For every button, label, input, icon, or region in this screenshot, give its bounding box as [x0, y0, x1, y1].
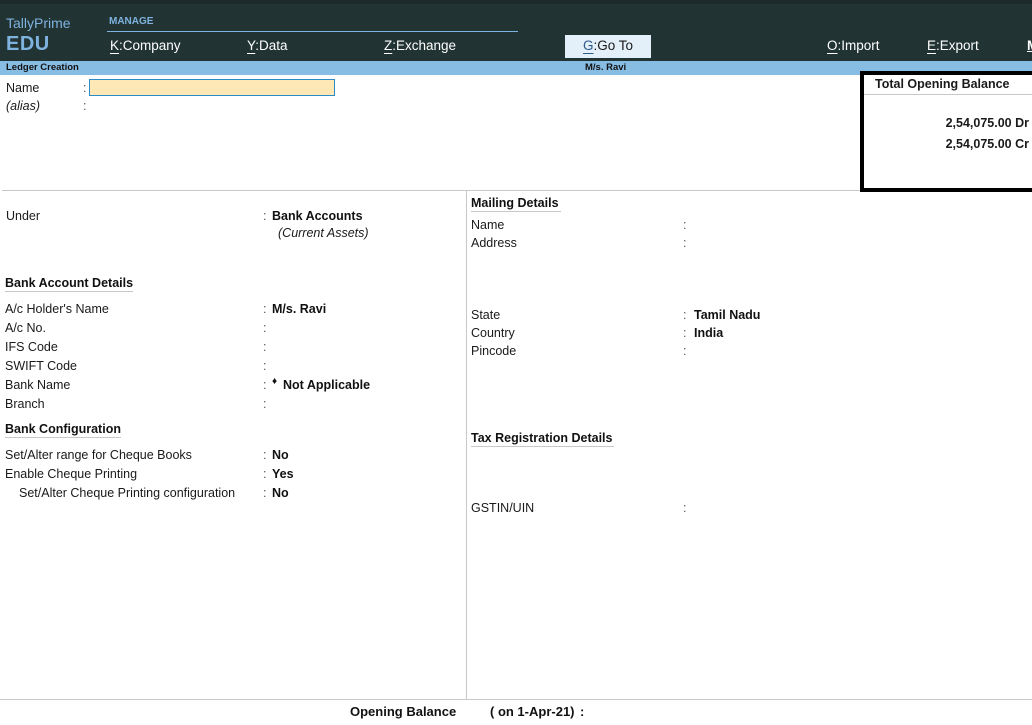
company-name: M/s. Ravi — [585, 62, 627, 73]
name-label: Name — [6, 81, 40, 95]
debit-total: 2,54,075.00 Dr — [945, 116, 1029, 130]
bank-name-label: Bank Name — [5, 378, 71, 392]
under-group-value[interactable]: Bank Accounts — [272, 209, 363, 223]
colon: : — [683, 308, 687, 322]
ac-no-label: A/c No. — [5, 321, 46, 335]
pincode-label: Pincode — [471, 344, 517, 358]
menu-data[interactable]: Y:Data — [247, 38, 288, 53]
cheque-books-range-label: Set/Alter range for Cheque Books — [5, 448, 192, 462]
menu-import[interactable]: O:Import — [827, 38, 880, 53]
shortcut-key: Y — [247, 38, 256, 53]
ledger-name-input[interactable] — [89, 79, 335, 96]
ac-holder-name-label: A/c Holder's Name — [5, 302, 109, 316]
enable-cheque-printing-value[interactable]: Yes — [272, 467, 294, 481]
menu-exchange[interactable]: Z:Exchange — [384, 38, 456, 53]
colon: : — [263, 209, 267, 223]
colon: : — [263, 397, 267, 411]
credit-total: 2,54,075.00 Cr — [945, 137, 1029, 151]
menu-company[interactable]: K:Company — [110, 38, 181, 53]
colon: : — [683, 218, 687, 232]
opening-balance-date: ( on 1-Apr-21) — [490, 704, 575, 719]
product-name: TallyPrime — [6, 15, 71, 31]
menu-label: Export — [939, 38, 979, 53]
under-parent-group: (Current Assets) — [278, 226, 369, 240]
colon: : — [263, 486, 267, 500]
colon: : — [580, 704, 585, 719]
opening-balance-label: Opening Balance — [350, 704, 457, 719]
cheque-books-range-value[interactable]: No — [272, 448, 289, 462]
shortcut-key: Z — [384, 38, 393, 53]
state-label: State — [471, 308, 501, 322]
cheque-printing-config-value[interactable]: No — [272, 486, 289, 500]
under-label: Under — [6, 209, 41, 223]
total-opening-balance-panel: Total Opening Balance 2,54,075.00 Dr 2,5… — [860, 71, 1032, 192]
colon: : — [683, 344, 687, 358]
bank-name-value[interactable]: Not Applicable — [283, 378, 370, 392]
manage-divider — [107, 31, 518, 32]
screen-title: Ledger Creation — [6, 62, 79, 73]
menu-label: Go To — [597, 38, 634, 53]
address-label: Address — [471, 236, 517, 250]
menu-go-to[interactable]: G:Go To — [565, 35, 651, 58]
shortcut-key: E — [927, 38, 937, 53]
total-opening-balance-title: Total Opening Balance — [875, 77, 1010, 91]
gstin-label: GSTIN/UIN — [471, 501, 535, 515]
product-edition: EDU — [6, 33, 50, 55]
top-menu-bar: TallyPrime EDU MANAGE K:Company Y:Data Z… — [0, 0, 1032, 61]
bank-account-details-heading: Bank Account Details — [5, 276, 134, 292]
country-value[interactable]: India — [694, 326, 723, 340]
alias-label: (alias) — [6, 99, 41, 113]
branch-label: Branch — [5, 397, 45, 411]
colon: : — [263, 378, 267, 392]
colon: : — [263, 359, 267, 373]
manage-group-label: MANAGE — [109, 16, 154, 27]
menu-label: Import — [841, 38, 880, 53]
shortcut-key: O — [827, 38, 838, 53]
menu-export[interactable]: E:Export — [927, 38, 979, 53]
colon: : — [683, 236, 687, 250]
colon: : — [83, 81, 87, 95]
colon: : — [263, 448, 267, 462]
colon: : — [263, 302, 267, 316]
state-value[interactable]: Tamil Nadu — [694, 308, 760, 322]
divider — [864, 94, 1032, 95]
shortcut-key: G — [583, 38, 594, 53]
tax-registration-heading: Tax Registration Details — [471, 431, 615, 447]
swift-code-label: SWIFT Code — [5, 359, 78, 373]
cheque-printing-config-label: Set/Alter Cheque Printing configuration — [19, 486, 236, 500]
header-divider — [2, 190, 860, 191]
menu-label: Data — [259, 38, 288, 53]
colon: : — [263, 467, 267, 481]
colon: : — [683, 326, 687, 340]
mailing-details-heading: Mailing Details — [471, 196, 561, 212]
colon: : — [263, 340, 267, 354]
colon: : — [683, 501, 687, 515]
footer-divider — [0, 699, 1032, 700]
menu-label: Company — [122, 38, 181, 53]
ifs-code-label: IFS Code — [5, 340, 58, 354]
menu-more-truncated[interactable]: M — [1027, 38, 1032, 53]
enable-cheque-printing-label: Enable Cheque Printing — [5, 467, 138, 481]
column-divider — [466, 190, 467, 699]
bank-configuration-heading: Bank Configuration — [5, 422, 121, 438]
colon: : — [263, 321, 267, 335]
window-strip — [0, 0, 1032, 4]
ac-holder-name-value[interactable]: M/s. Ravi — [272, 302, 326, 316]
country-label: Country — [471, 326, 515, 340]
mailing-name-label: Name — [471, 218, 505, 232]
menu-label: Exchange — [396, 38, 457, 53]
colon: : — [83, 99, 87, 113]
diamond-icon: ♦ — [272, 376, 278, 387]
shortcut-key: K — [110, 38, 120, 53]
